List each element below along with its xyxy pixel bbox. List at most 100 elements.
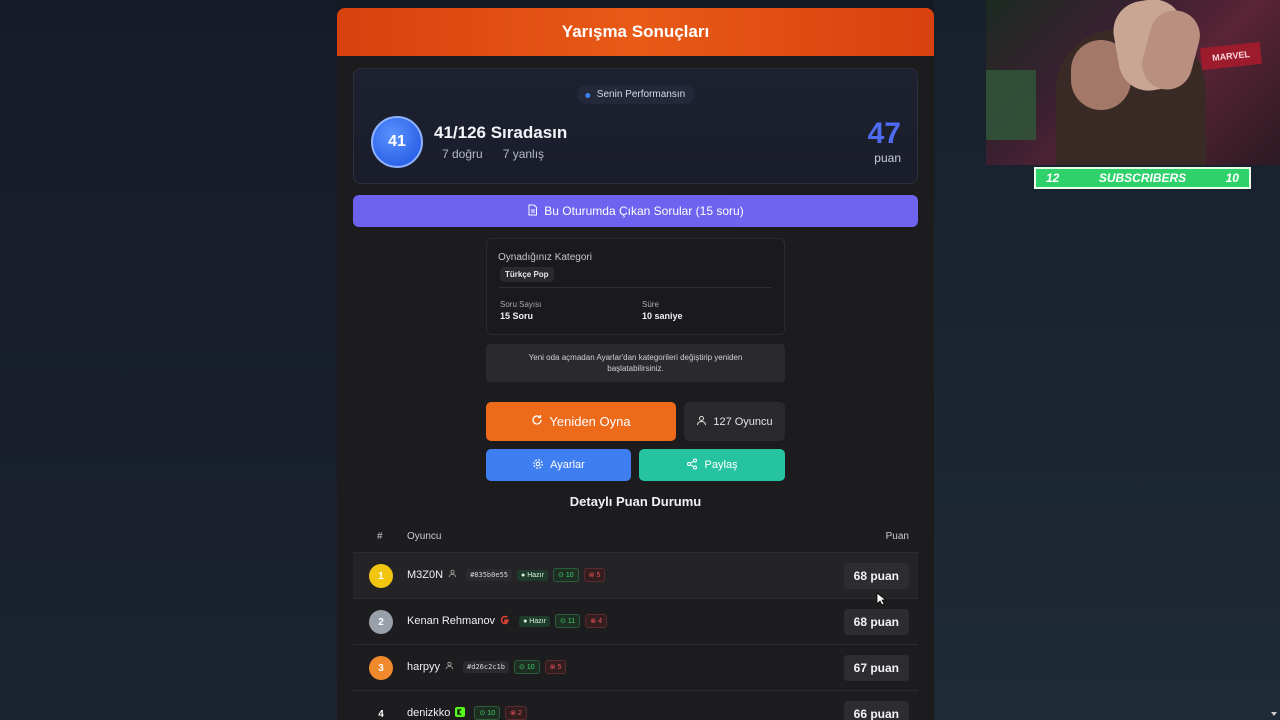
player-cell: Kenan Rehmanov ● Hazır ⊙ 11 ⊗ 4 [407,614,607,628]
panel-header: Yarışma Sonuçları [337,8,934,56]
wrong-chip: ⊗ 4 [585,614,607,628]
scroll-down-icon[interactable] [1270,710,1278,718]
player-score: 66 puan [843,701,909,720]
players-label: 127 Oyuncu [713,415,773,428]
refresh-icon [531,414,543,429]
player-chips: ● Hazır ⊙ 11 ⊗ 4 [519,614,607,628]
divider [499,287,772,288]
share-button[interactable]: Paylaş [639,449,785,481]
question-count-value: 15 Soru [500,311,534,321]
player-name: denizkko [407,707,451,719]
correct-chip: ⊙ 10 [513,660,540,674]
correct-chip: ⊙ 10 [552,568,579,582]
check-circle-icon: ⊙ [560,618,566,625]
check-icon: ● [523,617,528,625]
webcam-overlay: MARVEL [986,0,1280,165]
sub-count-right: 10 [1225,171,1239,185]
check-circle-icon: ⊙ [479,710,486,717]
player-id: #d26c2c1b [463,661,509,673]
correct-value: 11 [567,617,576,625]
player-chips: #d26c2c1b ⊙ 10 ⊗ 5 [463,660,567,674]
sub-label: SUBSCRIBERS [1098,171,1187,185]
ready-badge: ● Hazır [519,615,551,627]
ready-label: Hazır [529,617,547,625]
wrong-value: 2 [517,709,522,717]
replay-label: Yeniden Oyna [549,414,631,429]
table-row[interactable]: 2 Kenan Rehmanov ● Hazır ⊙ 11 ⊗ 4 68 puan [353,598,918,644]
webcam-background [986,70,1036,140]
rank-circle: 41 [371,116,423,168]
table-row[interactable]: 4 denizkko ⊙ 10 ⊗ 2 66 puan [353,690,918,720]
results-panel: Yarışma Sonuçları Senin Performansın 41 … [337,8,934,720]
kick-icon [455,706,466,720]
category-label: Oynadığınız Kategori [498,252,592,263]
gear-icon [532,458,544,473]
time-value: 10 saniye [642,311,683,321]
score-unit: puan [874,151,901,165]
wrong-chip: ⊗ 5 [583,568,606,582]
table-row[interactable]: 3 harpyy #d26c2c1b ⊙ 10 ⊗ 5 67 puan [353,644,918,690]
user-icon [445,661,454,673]
player-cell: M3Z0N #835b0e55 ● Hazır ⊙ 10 ⊗ 5 [407,568,606,582]
player-chips: #835b0e55 ● Hazır ⊙ 10 ⊗ 5 [466,568,606,582]
wrong-value: 5 [596,571,601,579]
ready-label: Hazır [527,571,544,579]
x-circle-icon: ⊗ [588,572,595,579]
user-icon [448,569,457,581]
correct-value: 10 [526,663,535,671]
rank-badge: 4 [378,708,384,720]
player-cell: harpyy #d26c2c1b ⊙ 10 ⊗ 5 [407,660,567,674]
check-icon: ● [521,571,526,579]
rank-badge: 3 [369,656,393,680]
share-label: Paylaş [704,459,738,471]
player-name: Kenan Rehmanov [407,615,496,627]
answer-summary: 7 doğru 7 yanlış [442,147,544,161]
correct-value: 10 [565,571,574,579]
check-circle-icon: ⊙ [557,572,564,579]
settings-note: Yeni oda açmadan Ayarlar'dan kategoriler… [486,344,785,382]
wrong-chip: ⊗ 5 [544,660,567,674]
wrong-value: 5 [557,663,562,671]
document-icon [527,204,538,219]
leaderboard-table: # Oyuncu Puan 1 M3Z0N #835b0e55 ● Hazır ⊙… [353,522,918,720]
category-info: Oynadığınız Kategori Türkçe Pop Soru Say… [486,238,785,335]
ready-badge: ● Hazır [517,569,548,581]
category-tag: Türkçe Pop [500,267,554,282]
leaderboard-title: Detaylı Puan Durumu [569,494,702,509]
player-name: harpyy [407,661,441,673]
session-questions-button[interactable]: Bu Oturumda Çıkan Sorular (15 soru) [353,195,918,227]
column-rank: # [377,531,383,542]
players-button[interactable]: 127 Oyuncu [684,402,785,441]
performance-card: Senin Performansın 41 41/126 Sıradasın 7… [353,68,918,184]
correct-chip: ⊙ 10 [474,706,501,720]
player-id: #835b0e55 [466,569,512,581]
user-icon [696,415,707,429]
mouse-cursor-icon [876,592,886,606]
time-label: Süre [642,300,659,309]
correct-count: 7 doğru [442,147,483,161]
google-icon [500,615,510,628]
page-title: Yarışma Sonuçları [561,22,710,41]
table-header: # Oyuncu Puan [353,522,918,552]
subscriber-goal-bar: 12 SUBSCRIBERS 10 [1034,167,1251,189]
background-left [0,0,337,720]
check-circle-icon: ⊙ [518,664,525,671]
x-circle-icon: ⊗ [510,710,516,717]
sub-count-left: 12 [1046,171,1060,185]
score-value: 47 [867,117,901,150]
x-circle-icon: ⊗ [590,618,597,625]
dot-icon [584,93,590,98]
performance-badge: Senin Performansın [576,85,695,104]
performance-badge-label: Senin Performansın [596,89,686,100]
table-row[interactable]: 1 M3Z0N #835b0e55 ● Hazır ⊙ 10 ⊗ 5 68 puan [353,552,918,598]
settings-label: Ayarlar [550,459,585,471]
webcam-sign: MARVEL [1200,41,1262,71]
correct-value: 10 [487,709,496,717]
player-name: M3Z0N [407,569,444,581]
player-score: 68 puan [843,609,909,635]
player-score: 67 puan [843,655,909,681]
rank-badge: 2 [369,610,393,634]
settings-button[interactable]: Ayarlar [486,449,631,481]
column-score: Puan [885,531,909,542]
replay-button[interactable]: Yeniden Oyna [486,402,676,441]
